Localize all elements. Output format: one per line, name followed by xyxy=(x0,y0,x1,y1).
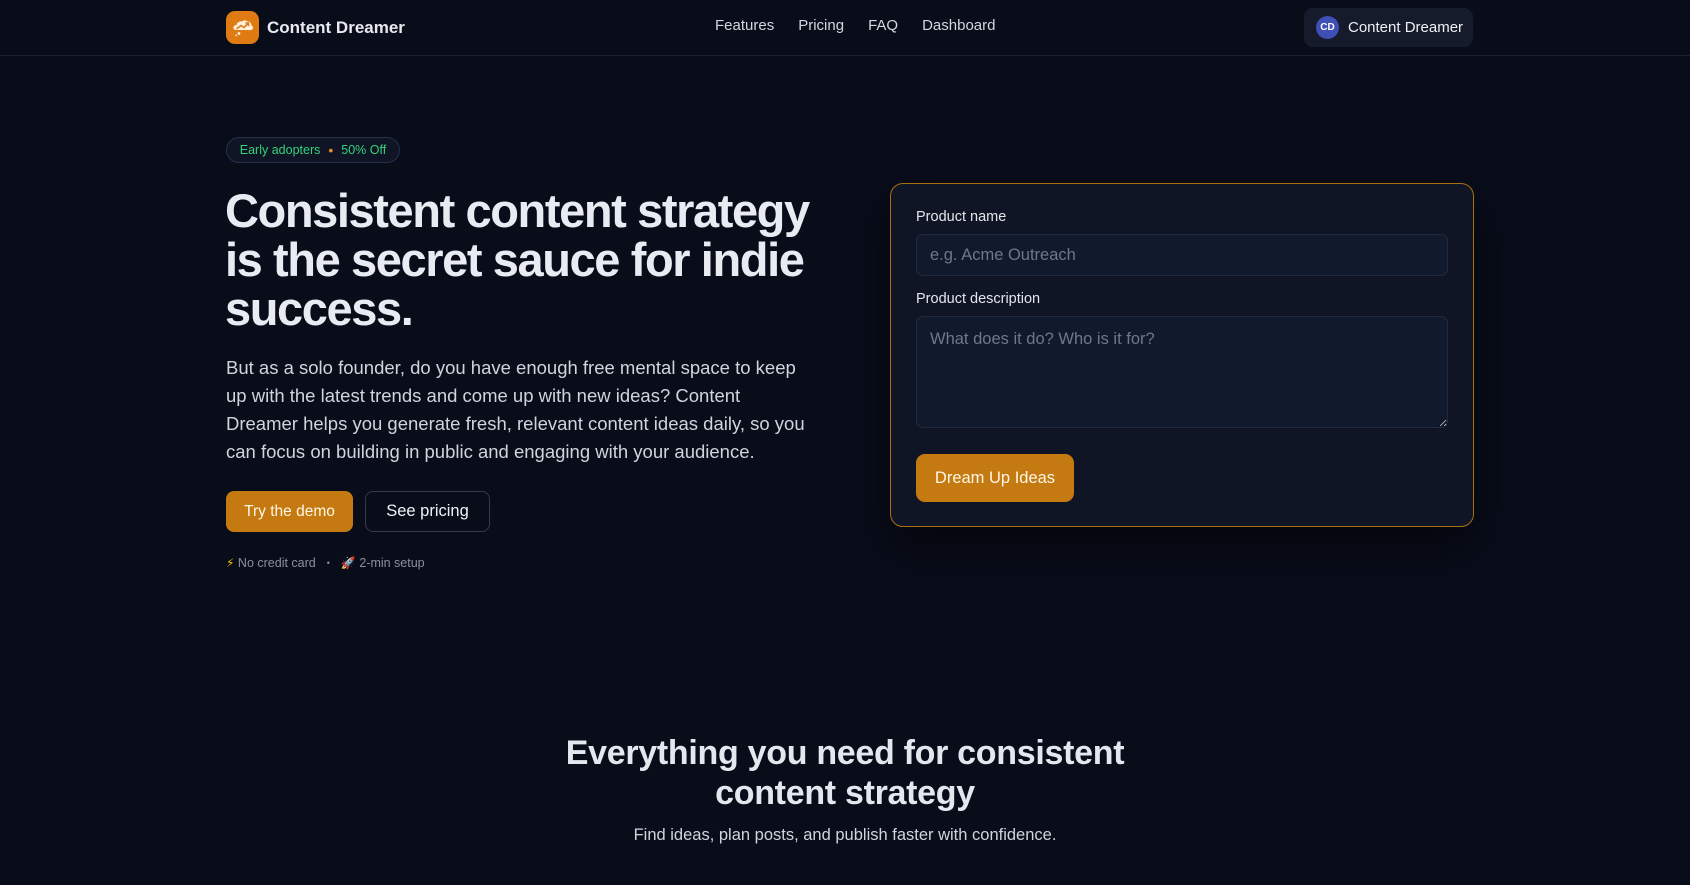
nav-pricing[interactable]: Pricing xyxy=(798,17,844,34)
hero-description: But as a solo founder, do you have enoug… xyxy=(226,357,805,462)
features-subtitle: Find ideas, plan posts, and publish fast… xyxy=(633,826,1057,844)
idea-generator-form: Product name Product description Dream U… xyxy=(890,183,1474,527)
perk-label: No credit card xyxy=(237,556,316,570)
badge-dot-icon: • xyxy=(328,142,334,158)
brand-name: Content Dreamer xyxy=(267,17,405,37)
product-name-label: Product name xyxy=(916,209,1007,225)
hero-title: Consistent content strategy is the secre… xyxy=(225,184,810,335)
try-demo-button[interactable]: Try the demo xyxy=(226,491,353,532)
features-title: Everything you need for consistent conte… xyxy=(0,733,1690,813)
promo-badge: Early adopters • 50% Off xyxy=(226,137,400,163)
nav-features[interactable]: Features xyxy=(715,17,774,34)
product-description-label: Product description xyxy=(916,291,1041,307)
account-button[interactable]: CD Content Dreamer xyxy=(1304,8,1473,47)
top-navigation: Content Dreamer Features Pricing FAQ Das… xyxy=(0,0,1690,56)
perks-row: ⚡ No credit card • 🚀 2-min setup xyxy=(226,556,425,570)
avatar: CD xyxy=(1316,16,1339,39)
rocket-icon: 🚀 xyxy=(340,556,356,570)
product-name-input[interactable] xyxy=(916,234,1448,276)
perk-separator: • xyxy=(326,558,330,568)
brand-logo-icon xyxy=(226,11,259,44)
promo-badge-label: Early adopters xyxy=(239,143,321,157)
perk-setup-time: 🚀 2-min setup xyxy=(341,556,425,570)
landing-page: Content Dreamer Features Pricing FAQ Das… xyxy=(0,0,1690,885)
perk-label: 2-min setup xyxy=(359,556,425,570)
features-title-line: content strategy xyxy=(715,774,975,812)
main-nav: Features Pricing FAQ Dashboard xyxy=(715,17,995,34)
features-title-line: Everything you need for consistent xyxy=(565,734,1125,772)
nav-faq[interactable]: FAQ xyxy=(868,17,898,34)
product-description-textarea[interactable] xyxy=(916,316,1448,428)
perk-no-credit-card: ⚡ No credit card xyxy=(226,556,316,570)
account-name: Content Dreamer xyxy=(1348,19,1464,36)
see-pricing-button[interactable]: See pricing xyxy=(365,491,490,532)
lightning-icon: ⚡ xyxy=(226,556,235,570)
brand-link[interactable]: Content Dreamer xyxy=(226,11,405,44)
nav-dashboard[interactable]: Dashboard xyxy=(922,17,995,34)
promo-badge-discount: 50% Off xyxy=(341,143,387,157)
dream-up-ideas-button[interactable]: Dream Up Ideas xyxy=(916,454,1074,502)
